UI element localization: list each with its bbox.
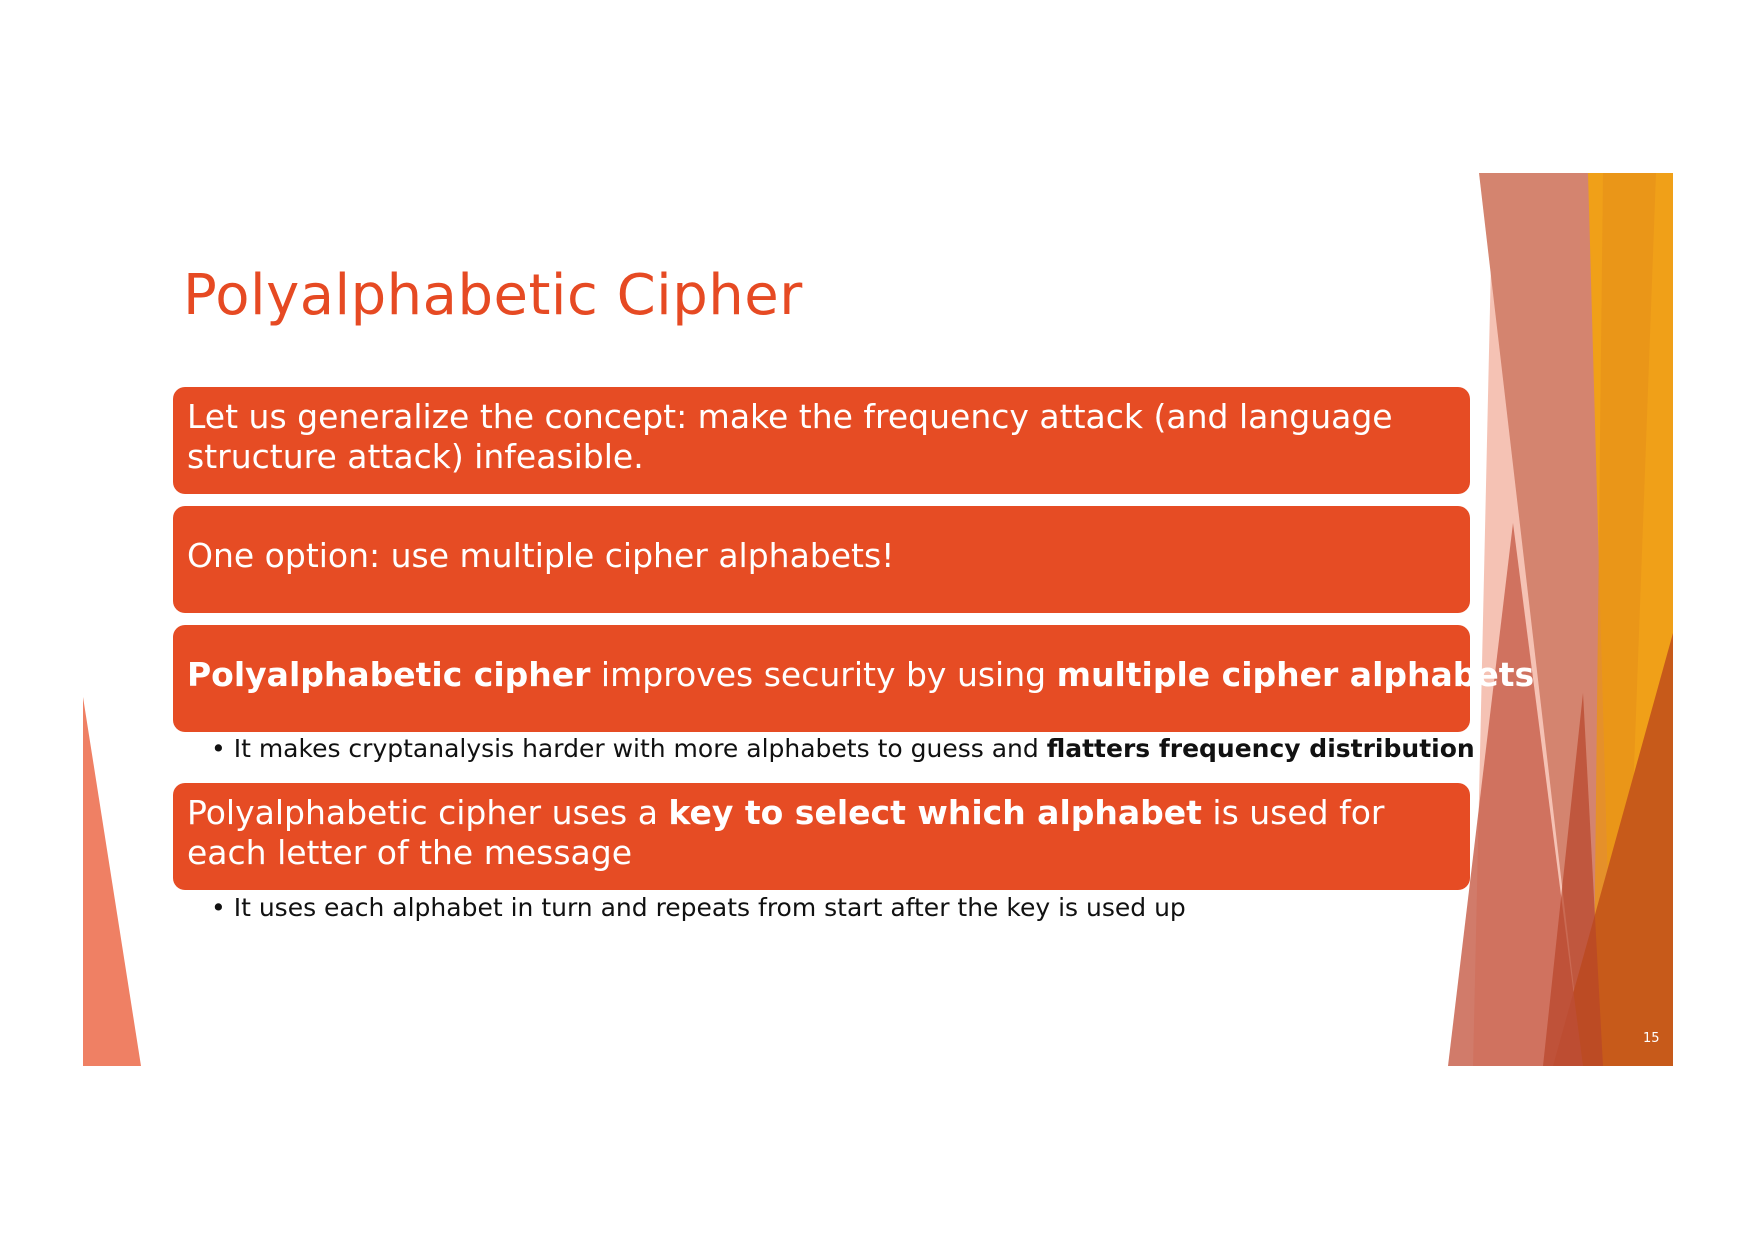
bullet-1-text: It makes cryptanalysis harder with more … (225, 734, 1047, 763)
box-3-bold-2: multiple cipher alphabets (1056, 655, 1535, 694)
box-4-text-1: Polyalphabetic cipher uses a (187, 793, 669, 832)
bullet-2-text: It uses each alphabet in turn and repeat… (225, 893, 1186, 922)
bullet-2-marker: • (211, 893, 226, 922)
page-number: 15 (1643, 1031, 1660, 1046)
bullet-1: • It makes cryptanalysis harder with mor… (211, 734, 1475, 763)
box-4-bold-1: key to select which alphabet (668, 793, 1202, 832)
box-2-text: One option: use multiple cipher alphabet… (187, 536, 895, 575)
box-3-text-1: improves security by using (590, 655, 1057, 694)
content-box-1: Let us generalize the concept: make the … (173, 387, 1470, 494)
box-3-bold-1: Polyalphabetic cipher (187, 655, 591, 694)
slide: Polyalphabetic Cipher Let us generalize … (83, 173, 1673, 1066)
content-box-3: Polyalphabetic cipher improves security … (173, 625, 1534, 732)
box-1-text: Let us generalize the concept: make the … (187, 397, 1393, 476)
bullet-1-marker: • (211, 734, 226, 763)
bullet-1-bold: flatters frequency distribution (1046, 734, 1475, 763)
bullet-2: • It uses each alphabet in turn and repe… (211, 893, 1186, 922)
content-box-4: Polyalphabetic cipher uses a key to sele… (173, 783, 1470, 890)
left-triangle (83, 697, 141, 1066)
page-title: Polyalphabetic Cipher (183, 263, 803, 328)
content-box-2: One option: use multiple cipher alphabet… (173, 506, 1470, 613)
